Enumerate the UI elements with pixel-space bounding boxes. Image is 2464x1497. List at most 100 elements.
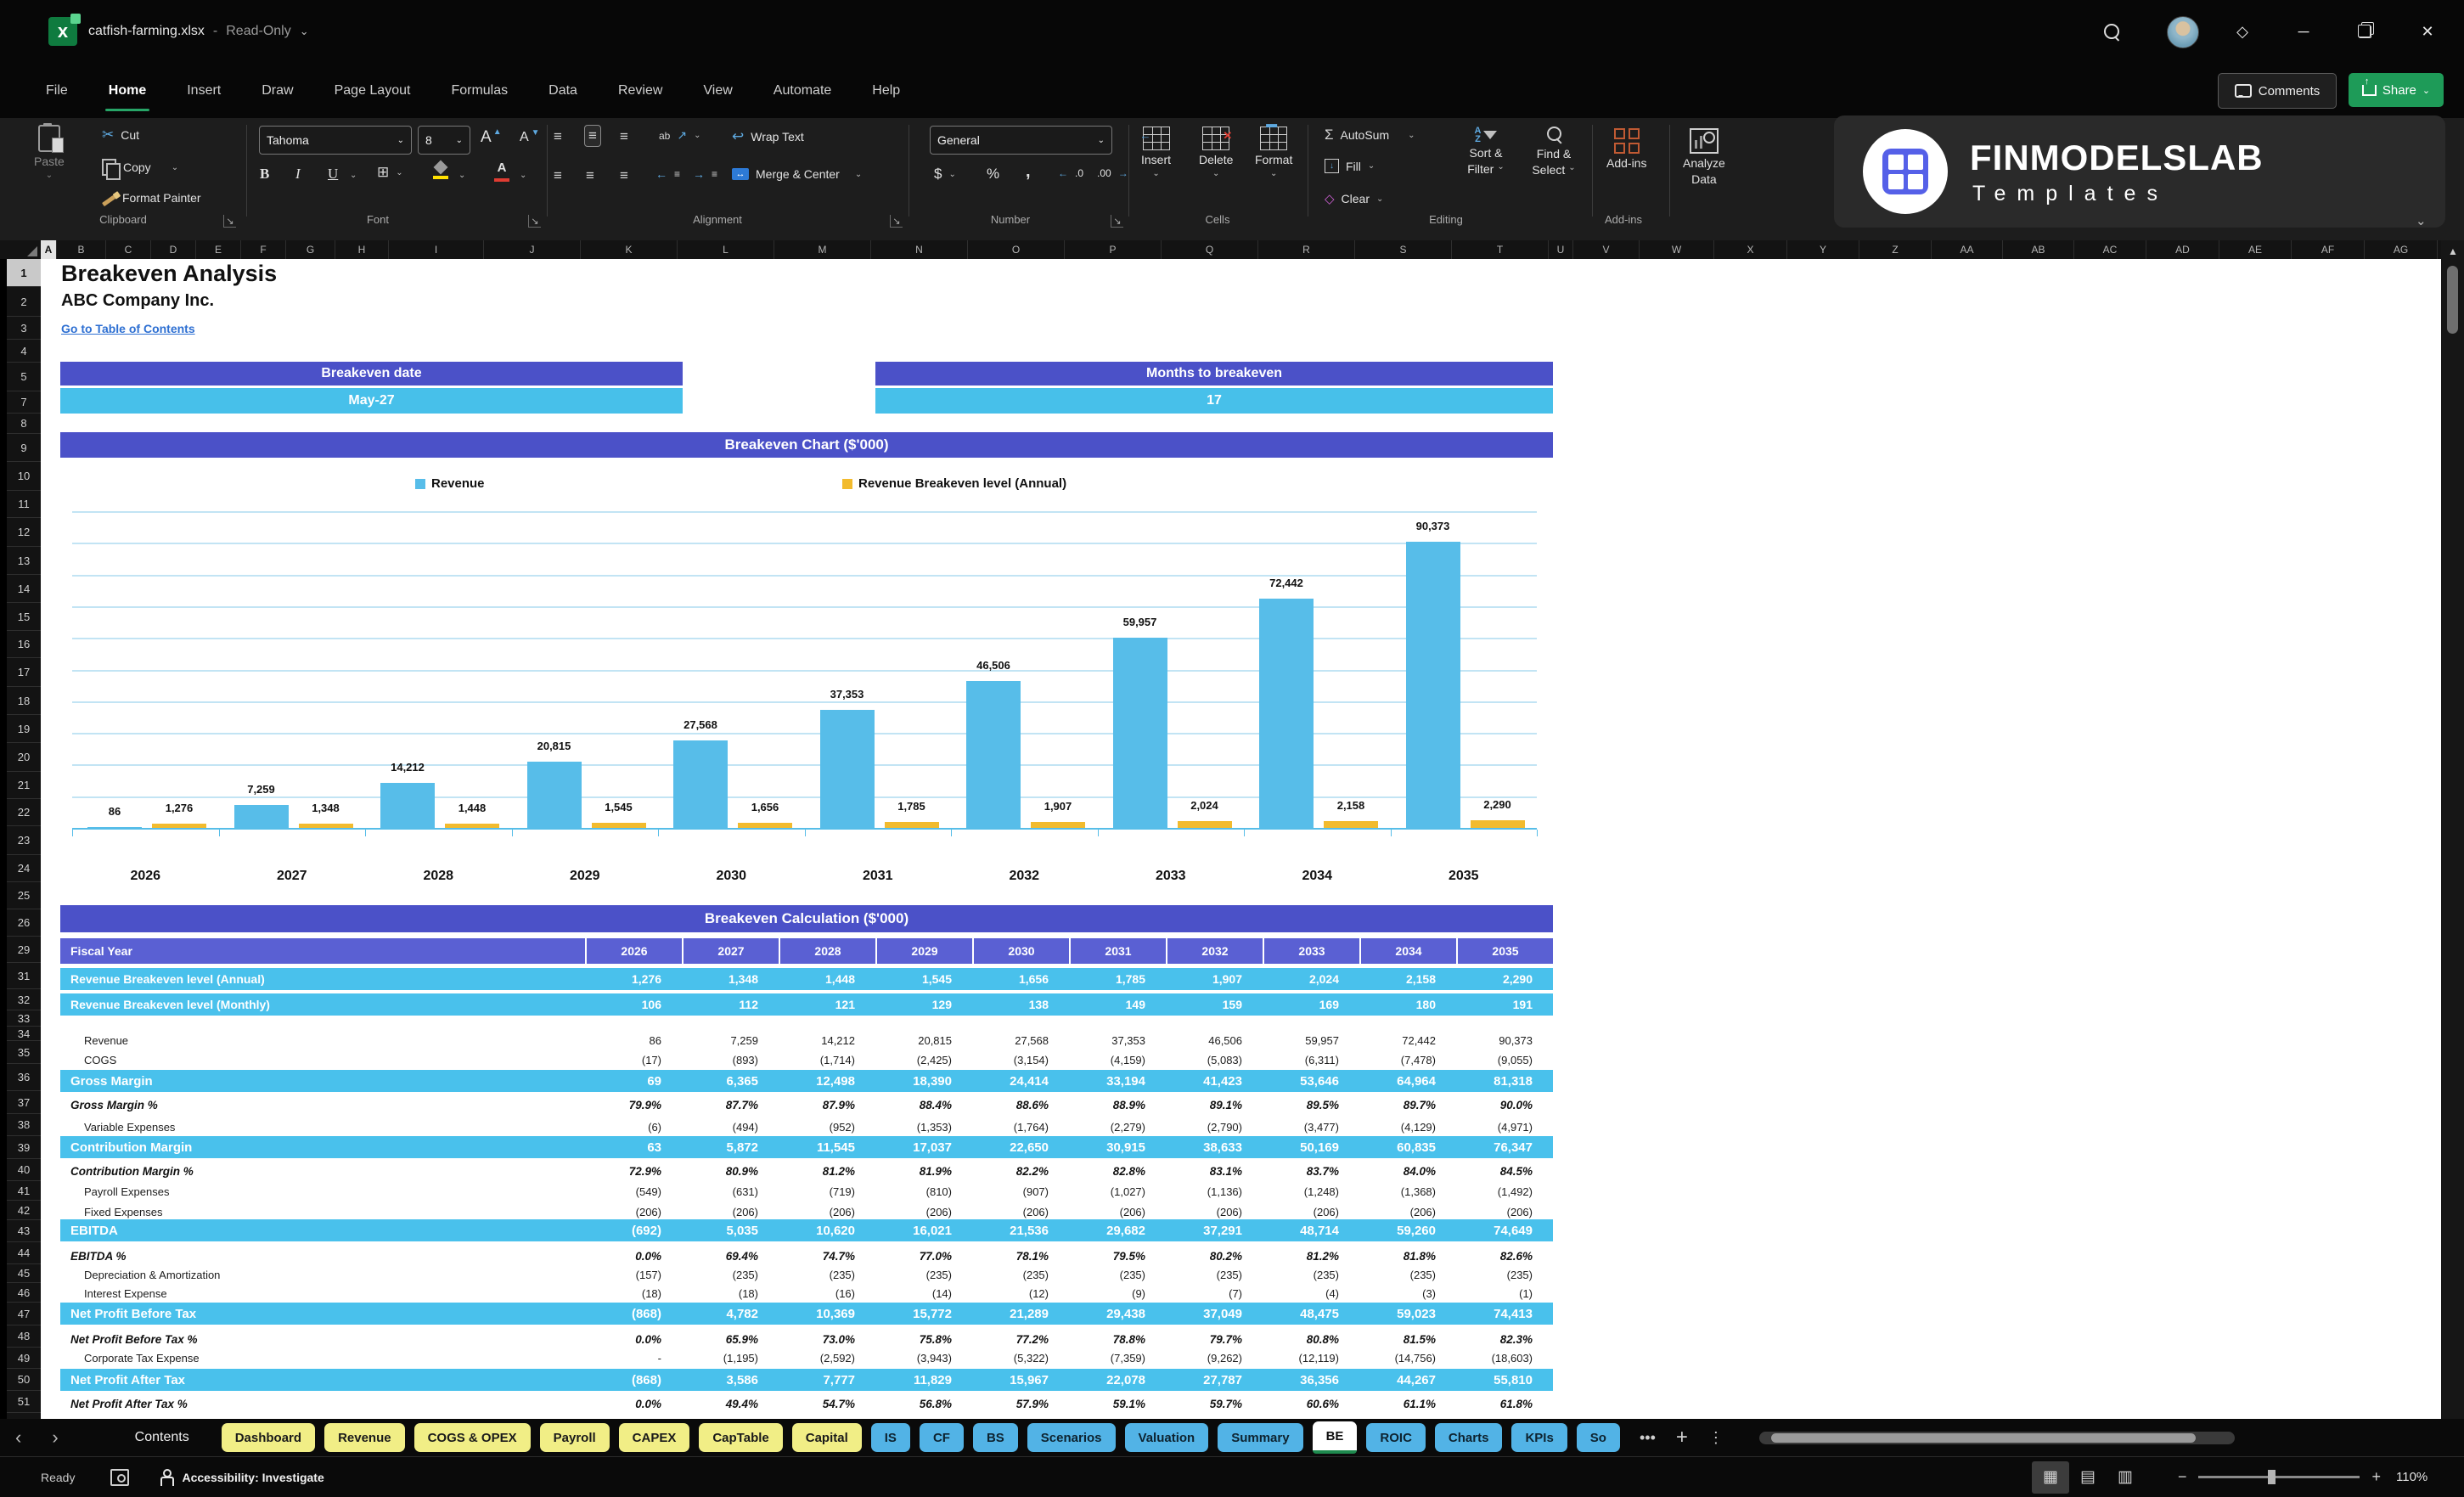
row-header-7[interactable]: 7 [7,391,41,414]
column-header-X[interactable]: X [1714,240,1787,259]
underline-button[interactable]: U [328,166,338,183]
row-header-29[interactable]: 29 [7,937,41,963]
row-header-12[interactable]: 12 [7,518,41,547]
column-header-T[interactable]: T [1452,240,1549,259]
increase-indent-button[interactable]: →≡ [693,167,717,181]
horizontal-scrollbar[interactable] [1759,1432,2235,1444]
borders-button[interactable]: ⊞⌄ [377,164,403,181]
row-header-43[interactable]: 43 [7,1220,41,1242]
sheet-tab-roic[interactable]: ROIC [1366,1423,1426,1452]
row-header-19[interactable]: 19 [7,715,41,743]
column-header-AB[interactable]: AB [2003,240,2074,259]
sheet-tab-cf[interactable]: CF [920,1423,964,1452]
fill-color-dropdown[interactable]: ⌄ [458,171,465,180]
row-header-48[interactable]: 48 [7,1325,41,1348]
format-cells-button[interactable]: ▬Format⌄ [1255,127,1292,178]
collapse-ribbon-icon[interactable]: ⌄ [2416,213,2427,228]
column-header-I[interactable]: I [389,240,484,259]
column-header-Y[interactable]: Y [1787,240,1859,259]
shrink-font-button[interactable]: A▼ [520,130,544,145]
tabs-prev-icon[interactable]: ‹ [0,1427,37,1449]
column-header-W[interactable]: W [1640,240,1714,259]
align-top-button[interactable]: ≡ [554,128,562,145]
orientation-button[interactable]: ab↗⌄ [659,128,700,143]
row-header-17[interactable]: 17 [7,658,41,687]
row-header-37[interactable]: 37 [7,1091,41,1114]
column-header-R[interactable]: R [1258,240,1355,259]
row-header-14[interactable]: 14 [7,575,41,603]
row-header-11[interactable]: 11 [7,491,41,518]
sheet-tab-capital[interactable]: Capital [792,1423,862,1452]
column-header-A[interactable]: A [41,240,57,259]
row-header-47[interactable]: 47 [7,1303,41,1325]
row-header-31[interactable]: 31 [7,963,41,989]
menu-data[interactable]: Data [528,63,598,118]
sheet-tab-cogs-opex[interactable]: COGS & OPEX [414,1423,531,1452]
column-header-Z[interactable]: Z [1859,240,1932,259]
sheet-tab-be[interactable]: BE [1313,1421,1358,1454]
percent-style-button[interactable]: % [987,166,999,183]
align-middle-button[interactable]: ≡ [584,125,601,147]
row-header-13[interactable]: 13 [7,547,41,575]
sheet-tab-captable[interactable]: CapTable [699,1423,782,1452]
accessibility-status[interactable]: Accessibility: Investigate [182,1471,323,1484]
copy-button[interactable]: Copy⌄ [102,159,178,176]
column-header-C[interactable]: C [106,240,151,259]
fill-color-button[interactable] [433,162,448,179]
vertical-scrollbar[interactable]: ▲ [2441,240,2464,1419]
title-chevron-icon[interactable]: ⌄ [300,25,309,38]
row-header-23[interactable]: 23 [7,826,41,855]
menu-formulas[interactable]: Formulas [430,63,528,118]
font-size-select[interactable]: 8⌄ [418,126,470,155]
vertical-scrollbar-thumb[interactable] [2447,266,2458,334]
tab-menu-icon[interactable]: ⋮ [1708,1429,1724,1447]
premium-diamond-icon[interactable]: ◇ [2221,0,2264,63]
row-header-42[interactable]: 42 [7,1201,41,1220]
clear-button[interactable]: ◇Clear⌄ [1325,191,1383,206]
sheet-tab-kpis[interactable]: KPIs [1511,1423,1567,1452]
font-color-dropdown[interactable]: ⌄ [520,171,526,180]
row-header-22[interactable]: 22 [7,799,41,826]
analyze-data-button[interactable]: AnalyzeData [1683,128,1725,186]
row-header-49[interactable]: 49 [7,1348,41,1369]
column-header-K[interactable]: K [581,240,678,259]
delete-cells-button[interactable]: ✕Delete⌄ [1199,127,1233,178]
row-header-36[interactable]: 36 [7,1064,41,1091]
grow-font-button[interactable]: A▲ [481,128,507,147]
share-button[interactable]: Share ⌄ [2349,73,2444,107]
row-header-32[interactable]: 32 [7,989,41,1010]
zoom-in-button[interactable]: + [2371,1468,2381,1486]
decrease-decimal-button[interactable]: .00→ [1097,167,1128,179]
column-header-H[interactable]: H [335,240,389,259]
row-header-8[interactable]: 8 [7,414,41,434]
column-header-AC[interactable]: AC [2074,240,2146,259]
format-painter-button[interactable]: Format Painter [102,191,201,205]
align-center-button[interactable]: ≡ [586,167,594,184]
row-header-10[interactable]: 10 [7,462,41,491]
more-sheets-icon[interactable]: ••• [1640,1429,1656,1447]
avatar[interactable] [2167,16,2199,48]
row-header-46[interactable]: 46 [7,1283,41,1303]
row-header-35[interactable]: 35 [7,1041,41,1064]
close-button[interactable]: ✕ [2406,0,2449,63]
toc-link[interactable]: Go to Table of Contents [61,322,195,335]
row-header-16[interactable]: 16 [7,631,41,658]
menu-automate[interactable]: Automate [753,63,852,118]
menu-help[interactable]: Help [852,63,920,118]
row-headers[interactable]: 1234578910111213141516171819202122232425… [7,259,41,1419]
column-header-Q[interactable]: Q [1162,240,1258,259]
row-header-34[interactable]: 34 [7,1027,41,1041]
column-header-AA[interactable]: AA [1932,240,2003,259]
menu-review[interactable]: Review [598,63,683,118]
column-header-N[interactable]: N [871,240,968,259]
row-header-26[interactable]: 26 [7,909,41,937]
underline-dropdown[interactable]: ⌄ [350,171,357,180]
number-dialog-launcher[interactable]: ↘ [1111,215,1123,228]
sheet-canvas[interactable]: Breakeven Analysis ABC Company Inc. Go t… [41,259,2441,1419]
row-header-9[interactable]: 9 [7,434,41,462]
menu-draw[interactable]: Draw [241,63,313,118]
sheet-tab-capex[interactable]: CAPEX [619,1423,690,1452]
column-header-AD[interactable]: AD [2146,240,2219,259]
column-headers[interactable]: ABCDEFGHIJKLMNOPQRSTUVWXYZAAABACADAEAFAG [0,240,2464,259]
column-header-O[interactable]: O [968,240,1065,259]
